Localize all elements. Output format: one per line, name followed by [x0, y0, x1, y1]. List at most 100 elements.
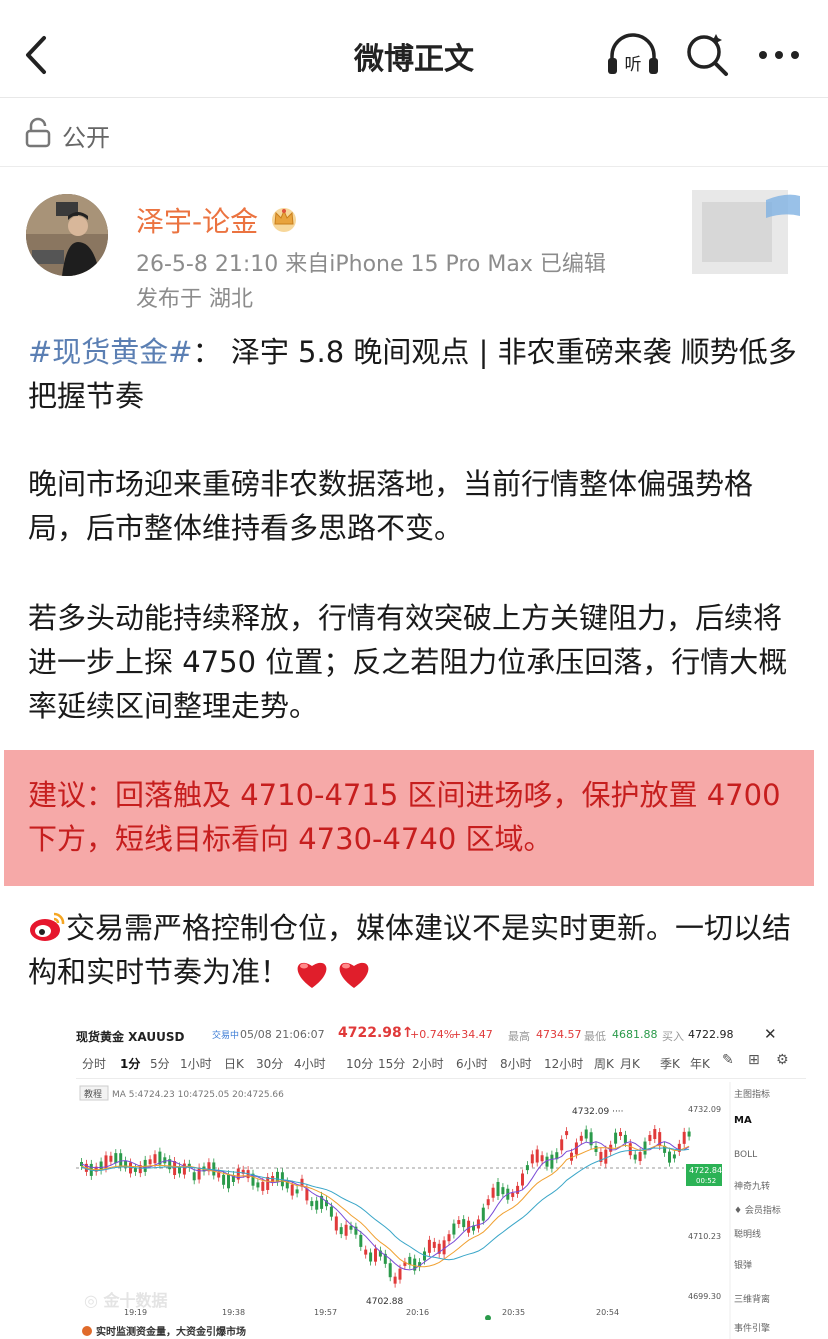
post-image-chart[interactable]: 现货黄金 XAUUSD 交易中 05/08 21:06:07 4722.98↑ …	[76, 1018, 806, 1339]
candle-body	[369, 1252, 373, 1262]
pen-icon[interactable]: ✎	[722, 1052, 734, 1068]
candle-body	[114, 1153, 118, 1164]
interval-tab[interactable]: 10分	[346, 1055, 373, 1072]
high-label: 最高	[508, 1030, 530, 1043]
avatar-image	[26, 194, 108, 276]
candle-body	[638, 1152, 642, 1162]
suggestion-text: 建议：回落触及 4710-4715 区间进场哆，保护放置 4700 下方，短线目…	[28, 778, 781, 856]
candle-body	[148, 1159, 152, 1165]
candle-body	[222, 1174, 226, 1185]
candle-body	[182, 1163, 186, 1175]
candle-body	[109, 1155, 113, 1162]
indicator-menu-item: 事件引擎	[734, 1322, 770, 1334]
quote-change-pct: +0.74%	[410, 1028, 455, 1041]
quote-time: 05/08 21:06:07	[240, 1028, 325, 1041]
indicator-menu-item: 神奇九转	[734, 1180, 770, 1192]
interval-tab[interactable]: 日K	[224, 1055, 244, 1072]
candle-body	[364, 1249, 368, 1255]
interval-tab[interactable]: 5分	[150, 1055, 170, 1072]
price-axis-label: 4732.09	[688, 1105, 721, 1114]
candle-body	[535, 1149, 539, 1163]
listen-label: 听	[625, 55, 642, 75]
time-tick-label: 19:57	[314, 1308, 337, 1317]
candle-body	[329, 1206, 333, 1217]
candle-body	[623, 1134, 627, 1143]
interval-tab[interactable]: 1小时	[180, 1055, 212, 1072]
candle-body	[276, 1171, 279, 1182]
top-nav-bar: 微博正文 听	[0, 0, 828, 98]
author-name[interactable]: 泽宇-论金	[136, 200, 258, 240]
interval-tab[interactable]: 1分	[120, 1055, 140, 1072]
candle-body	[619, 1132, 622, 1137]
candle-body	[501, 1187, 505, 1195]
candle-body	[648, 1135, 652, 1142]
ma-legend: MA 5:4724.23 10:4725.05 20:4725.66	[112, 1090, 284, 1100]
candle-body	[153, 1154, 157, 1164]
candle-body	[452, 1223, 456, 1235]
candle-body	[521, 1173, 524, 1186]
candle-body	[305, 1188, 309, 1201]
interval-tab[interactable]: 周K	[594, 1055, 614, 1072]
interval-tab[interactable]: 4小时	[294, 1055, 326, 1072]
candle-body	[594, 1145, 598, 1152]
interval-tab[interactable]: 月K	[620, 1055, 640, 1072]
low-label: 最低	[584, 1030, 606, 1043]
interval-tab[interactable]: 6小时	[456, 1055, 488, 1072]
interval-tab[interactable]: 8小时	[500, 1055, 532, 1072]
interval-tab[interactable]: 15分	[378, 1055, 405, 1072]
hashtag-link[interactable]: #现货黄金#	[28, 335, 193, 369]
candle-body	[432, 1241, 436, 1248]
quote-price: 4722.98↑	[338, 1025, 414, 1041]
price-axis-label: 4699.30	[688, 1292, 721, 1301]
candle-body	[672, 1154, 676, 1159]
indicator-menu-item: MA	[734, 1115, 752, 1126]
post-paragraph-1: 晚间市场迎来重磅非农数据落地，当前行情整体偏强势格局，后市整体维持看多思路不变。	[28, 467, 754, 545]
grid-icon[interactable]: ⊞	[748, 1052, 760, 1068]
interval-tab[interactable]: 年K	[690, 1055, 710, 1072]
candle-body	[398, 1268, 402, 1280]
post-meta: 26-5-8 21:10 来自iPhone 15 Pro Max 已编辑	[136, 252, 606, 277]
candle-body	[261, 1181, 265, 1191]
candle-body	[427, 1239, 431, 1253]
avatar[interactable]	[26, 194, 108, 276]
candle-body	[668, 1151, 671, 1163]
tutorial-label: 教程	[84, 1088, 102, 1100]
peak-label: 4732.09 ····	[572, 1107, 624, 1117]
lock-icon	[25, 117, 51, 148]
candle-body	[486, 1199, 490, 1206]
interval-tab[interactable]: 季K	[660, 1055, 680, 1072]
interval-tab[interactable]: 12小时	[544, 1055, 583, 1072]
search-icon[interactable]	[682, 30, 732, 80]
interval-tab[interactable]: 分时	[82, 1055, 106, 1072]
crown-icon	[272, 208, 296, 232]
more-options-icon[interactable]	[754, 40, 804, 70]
close-icon[interactable]: ✕	[764, 1025, 777, 1043]
interval-tab[interactable]: 2小时	[412, 1055, 444, 1072]
candle-body	[560, 1139, 564, 1151]
candle-body	[163, 1157, 167, 1164]
candle-body	[447, 1234, 451, 1242]
interval-tab[interactable]: 30分	[256, 1055, 283, 1072]
candle-body	[584, 1129, 588, 1139]
candle-body	[550, 1154, 554, 1169]
candle-body	[643, 1141, 647, 1155]
time-tick-label: 19:38	[222, 1308, 245, 1317]
candle-body	[604, 1149, 608, 1164]
trough-label: 4702.88	[366, 1297, 403, 1307]
listen-headphones-icon[interactable]: 听	[604, 32, 662, 78]
indicator-menu-item: ♦ 会员指标	[734, 1204, 781, 1216]
post-title: #现货黄金#： 泽宇 5.8 晚间观点 | 非农重磅来袭 顺势低多把握节奏	[28, 330, 802, 418]
candle-body	[525, 1165, 529, 1171]
candle-body	[614, 1132, 618, 1144]
trading-status: 交易中	[212, 1031, 240, 1041]
candle-body	[197, 1167, 201, 1180]
time-tick-label: 20:16	[406, 1308, 429, 1317]
interval-tabs: 分时 1分 5分 1小时 日K 30分 4小时 10分 15分 2小时 6小时 8小时 12小时 周K 月K…	[76, 1050, 806, 1076]
settings-icon[interactable]: ⚙	[776, 1052, 789, 1068]
candle-body	[290, 1184, 294, 1196]
low-value: 4681.88	[612, 1028, 658, 1041]
divider	[76, 1078, 806, 1079]
candle-body	[628, 1143, 632, 1156]
candle-body	[530, 1154, 534, 1164]
indicator-menu-item: 三维背离	[734, 1293, 770, 1305]
